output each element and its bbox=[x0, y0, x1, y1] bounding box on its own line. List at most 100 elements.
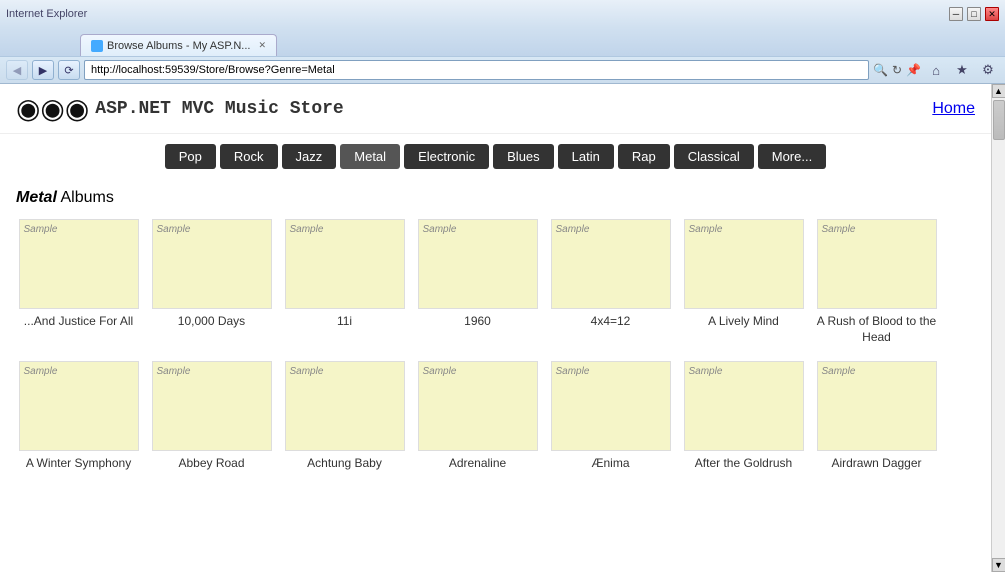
album-title: A Lively Mind bbox=[681, 314, 806, 330]
scrollbar: ▲ ▼ bbox=[991, 84, 1005, 572]
album-cover: Sample bbox=[285, 219, 405, 309]
refresh-button[interactable]: ⟳ bbox=[58, 60, 80, 80]
album-title: 11i bbox=[282, 314, 407, 330]
album-cover: Sample bbox=[19, 361, 139, 451]
refresh-small-icon[interactable]: ↻ bbox=[892, 63, 902, 77]
album-sample-label: Sample bbox=[423, 224, 457, 235]
site-nav: Home bbox=[932, 100, 975, 118]
genre-bold: Metal bbox=[16, 189, 57, 206]
section-title: Metal Albums bbox=[16, 189, 975, 207]
pin-icon[interactable]: 📌 bbox=[906, 63, 921, 77]
album-card[interactable]: Sample Adrenaline bbox=[415, 361, 540, 472]
album-title: After the Goldrush bbox=[681, 456, 806, 472]
tab-favicon bbox=[91, 40, 103, 52]
album-card[interactable]: Sample A Rush of Blood to the Head bbox=[814, 219, 939, 345]
album-cover: Sample bbox=[817, 361, 937, 451]
album-sample-label: Sample bbox=[290, 224, 324, 235]
settings-icon[interactable]: ⚙ bbox=[977, 60, 999, 80]
album-title: Adrenaline bbox=[415, 456, 540, 472]
album-card[interactable]: Sample A Winter Symphony bbox=[16, 361, 141, 472]
close-button[interactable]: ✕ bbox=[985, 7, 999, 21]
albums-grid-row2: SampleA Winter SymphonySampleAbbey RoadS… bbox=[16, 361, 975, 472]
album-card[interactable]: Sample Airdrawn Dagger bbox=[814, 361, 939, 472]
site-logo: ◉◉◉ ASP.NET MVC Music Store bbox=[16, 92, 344, 125]
album-cover: Sample bbox=[551, 219, 671, 309]
album-card[interactable]: Sample A Lively Mind bbox=[681, 219, 806, 345]
site-title: ASP.NET MVC Music Store bbox=[95, 99, 343, 119]
album-title: Airdrawn Dagger bbox=[814, 456, 939, 472]
album-card[interactable]: Sample ...And Justice For All bbox=[16, 219, 141, 345]
album-card[interactable]: Sample After the Goldrush bbox=[681, 361, 806, 472]
album-sample-label: Sample bbox=[822, 366, 856, 377]
album-sample-label: Sample bbox=[24, 224, 58, 235]
album-title: Ænima bbox=[548, 456, 673, 472]
genre-button-rock[interactable]: Rock bbox=[220, 144, 278, 169]
album-title: A Rush of Blood to the Head bbox=[814, 314, 939, 345]
album-card[interactable]: Sample 11i bbox=[282, 219, 407, 345]
genre-button-classical[interactable]: Classical bbox=[674, 144, 754, 169]
genre-button-blues[interactable]: Blues bbox=[493, 144, 554, 169]
album-cover: Sample bbox=[152, 219, 272, 309]
album-card[interactable]: Sample 4x4=12 bbox=[548, 219, 673, 345]
search-icon[interactable]: 🔍 bbox=[873, 63, 888, 77]
album-cover: Sample bbox=[418, 219, 538, 309]
genre-button-more[interactable]: More... bbox=[758, 144, 826, 169]
address-input[interactable] bbox=[84, 60, 869, 80]
genre-button-jazz[interactable]: Jazz bbox=[282, 144, 337, 169]
genre-rest: Albums bbox=[57, 189, 114, 206]
tab-close-icon[interactable]: ✕ bbox=[258, 40, 266, 51]
album-card[interactable]: Sample 10,000 Days bbox=[149, 219, 274, 345]
album-card[interactable]: Sample Ænima bbox=[548, 361, 673, 472]
site-header: ◉◉◉ ASP.NET MVC Music Store Home bbox=[0, 84, 991, 134]
album-cover: Sample bbox=[684, 219, 804, 309]
album-sample-label: Sample bbox=[423, 366, 457, 377]
genre-button-metal[interactable]: Metal bbox=[340, 144, 400, 169]
album-cover: Sample bbox=[19, 219, 139, 309]
home-icon[interactable]: ⌂ bbox=[925, 60, 947, 80]
album-sample-label: Sample bbox=[157, 224, 191, 235]
back-button[interactable]: ◀ bbox=[6, 60, 28, 80]
album-title: 1960 bbox=[415, 314, 540, 330]
albums-grid-row1: Sample ...And Justice For All Sample 10,000… bbox=[16, 219, 975, 345]
logo-icon: ◉◉◉ bbox=[16, 92, 89, 125]
album-sample-label: Sample bbox=[290, 366, 324, 377]
genre-button-rap[interactable]: Rap bbox=[618, 144, 670, 169]
album-sample-label: Sample bbox=[157, 366, 191, 377]
album-sample-label: Sample bbox=[689, 366, 723, 377]
genre-nav: PopRockJazzMetalElectronicBluesLatinRapC… bbox=[0, 134, 991, 179]
genre-button-pop[interactable]: Pop bbox=[165, 144, 216, 169]
favorites-icon[interactable]: ★ bbox=[951, 60, 973, 80]
album-cover: Sample bbox=[684, 361, 804, 451]
forward-button[interactable]: ▶ bbox=[32, 60, 54, 80]
home-link[interactable]: Home bbox=[932, 100, 975, 117]
minimize-button[interactable]: ─ bbox=[949, 7, 963, 21]
browser-tab[interactable]: Browse Albums - My ASP.N... ✕ bbox=[80, 34, 277, 56]
album-title: 4x4=12 bbox=[548, 314, 673, 330]
scroll-thumb[interactable] bbox=[993, 100, 1005, 140]
album-cover: Sample bbox=[551, 361, 671, 451]
album-sample-label: Sample bbox=[689, 224, 723, 235]
album-title: A Winter Symphony bbox=[16, 456, 141, 472]
album-cover: Sample bbox=[152, 361, 272, 451]
album-title: 10,000 Days bbox=[149, 314, 274, 330]
album-cover: Sample bbox=[285, 361, 405, 451]
maximize-button[interactable]: □ bbox=[967, 7, 981, 21]
album-card[interactable]: Sample Abbey Road bbox=[149, 361, 274, 472]
album-sample-label: Sample bbox=[556, 224, 590, 235]
album-sample-label: Sample bbox=[822, 224, 856, 235]
genre-button-latin[interactable]: Latin bbox=[558, 144, 614, 169]
album-sample-label: Sample bbox=[556, 366, 590, 377]
album-card[interactable]: Sample 1960 bbox=[415, 219, 540, 345]
tab-label: Browse Albums - My ASP.N... bbox=[107, 40, 250, 52]
album-card[interactable]: Sample Achtung Baby bbox=[282, 361, 407, 472]
album-title: ...And Justice For All bbox=[16, 314, 141, 330]
album-cover: Sample bbox=[418, 361, 538, 451]
albums-section: Metal Albums Sample ...And Justice For Al… bbox=[0, 179, 991, 482]
scroll-down-button[interactable]: ▼ bbox=[992, 558, 1005, 572]
album-sample-label: Sample bbox=[24, 366, 58, 377]
scroll-up-button[interactable]: ▲ bbox=[992, 84, 1005, 98]
genre-button-electronic[interactable]: Electronic bbox=[404, 144, 489, 169]
album-cover: Sample bbox=[817, 219, 937, 309]
album-title: Achtung Baby bbox=[282, 456, 407, 472]
album-title: Abbey Road bbox=[149, 456, 274, 472]
